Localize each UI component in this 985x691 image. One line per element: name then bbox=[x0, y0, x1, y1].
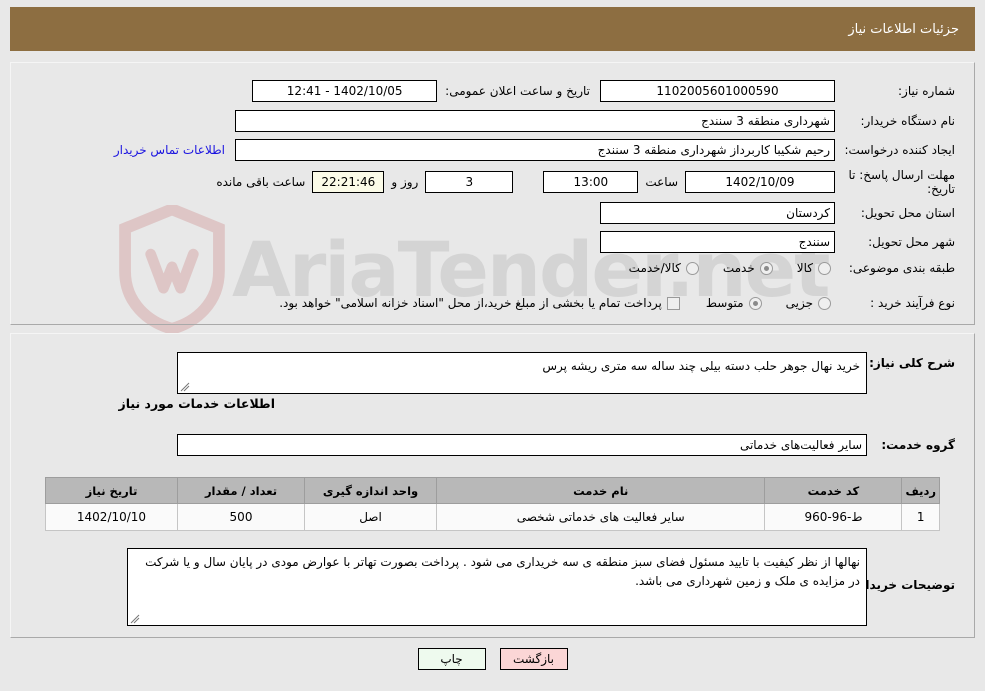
cell-name: سایر فعالیت های خدماتی شخصی bbox=[435, 503, 766, 531]
category-radio-kala-khedmat[interactable] bbox=[685, 261, 699, 275]
process-option-motevaset[interactable]: متوسط bbox=[706, 296, 762, 310]
deadline-label: مهلت ارسال پاسخ: تا تاریخ: bbox=[848, 168, 955, 196]
category-row: طبقه بندی موضوعی: کالا خدمت کالا/خدمت bbox=[629, 261, 955, 275]
resize-grip-icon[interactable] bbox=[180, 382, 190, 392]
process-option-motevaset-label: متوسط bbox=[705, 296, 744, 310]
cell-date: 1402/10/10 bbox=[45, 503, 178, 531]
cell-quantity: 500 bbox=[177, 503, 305, 531]
requester-row: ایجاد کننده درخواست: رحیم شکیبا کاربرداز… bbox=[114, 139, 955, 161]
category-option-kala[interactable]: کالا bbox=[797, 261, 831, 275]
treasury-note-group: پرداخت تمام یا بخشی از مبلغ خرید،از محل … bbox=[279, 296, 680, 310]
page-header-bar: جزئیات اطلاعات نیاز bbox=[10, 7, 975, 51]
deadline-row: مهلت ارسال پاسخ: تا تاریخ: 1402/10/09 سا… bbox=[216, 168, 955, 196]
cell-code: ط-96-960 bbox=[764, 503, 903, 531]
column-header-name: نام خدمت bbox=[435, 477, 766, 504]
column-header-code: کد خدمت bbox=[764, 477, 903, 504]
province-value: کردستان bbox=[600, 202, 835, 224]
process-option-jozei-label: جزیی bbox=[785, 296, 813, 310]
cell-unit: اصل bbox=[304, 503, 437, 531]
summary-textarea[interactable]: خرید نهال جوهر حلب دسته بیلی چند ساله سه… bbox=[177, 352, 867, 394]
service-group-value: سایر فعالیت‌های خدماتی bbox=[177, 434, 867, 456]
treasury-note-text: پرداخت تمام یا بخشی از مبلغ خرید،از محل … bbox=[279, 296, 662, 310]
table-row: 1 ط-96-960 سایر فعالیت های خدماتی شخصی ا… bbox=[45, 503, 940, 531]
cell-index: 1 bbox=[901, 503, 940, 531]
buyer-contact-link[interactable]: اطلاعات تماس خریدار bbox=[114, 143, 225, 157]
summary-label: شرح کلی نیاز: bbox=[869, 356, 955, 370]
announcement-row: تاریخ و ساعت اعلان عمومی: 1402/10/05 - 1… bbox=[252, 80, 590, 102]
resize-grip-icon[interactable] bbox=[130, 614, 140, 624]
need-number-row: شماره نیاز: 1102005601000590 bbox=[600, 80, 955, 102]
remaining-time-value: 22:21:46 bbox=[312, 171, 385, 193]
category-option-kala-khedmat-label: کالا/خدمت bbox=[628, 261, 681, 275]
city-label: شهر محل تحویل: bbox=[868, 235, 955, 249]
services-section-heading: اطلاعات خدمات مورد نیاز bbox=[118, 396, 276, 411]
column-header-index: ردیف bbox=[901, 477, 940, 504]
city-row: شهر محل تحویل: سنندج bbox=[600, 231, 955, 253]
announcement-label: تاریخ و ساعت اعلان عمومی: bbox=[445, 84, 590, 98]
column-header-quantity: تعداد / مقدار bbox=[177, 477, 305, 504]
process-label: نوع فرآیند خرید : bbox=[870, 296, 955, 310]
process-radio-motevaset[interactable] bbox=[748, 296, 762, 310]
buyer-org-row: نام دستگاه خریدار: شهرداری منطقه 3 سنندج bbox=[235, 110, 955, 132]
summary-row: شرح کلی نیاز: خرید نهال جوهر حلب دسته بی… bbox=[177, 352, 955, 394]
services-table: ردیف کد خدمت نام خدمت واحد اندازه گیری ت… bbox=[45, 477, 940, 531]
buyer-notes-value: نهالها از نظر کیفیت با تایید مسئول فضای … bbox=[145, 555, 860, 588]
city-value: سنندج bbox=[600, 231, 835, 253]
deadline-date-value: 1402/10/09 bbox=[685, 171, 835, 193]
deadline-hour-value: 13:00 bbox=[543, 171, 639, 193]
need-number-label: شماره نیاز: bbox=[898, 84, 955, 98]
buyer-org-label: نام دستگاه خریدار: bbox=[860, 114, 956, 128]
category-option-khedmat-label: خدمت bbox=[722, 261, 755, 275]
process-option-jozei[interactable]: جزیی bbox=[786, 296, 831, 310]
service-group-row: گروه خدمت: سایر فعالیت‌های خدماتی bbox=[177, 434, 955, 456]
buyer-org-value: شهرداری منطقه 3 سنندج bbox=[235, 110, 835, 132]
buyer-notes-label: توضیحات خریدار: bbox=[853, 578, 955, 592]
summary-value: خرید نهال جوهر حلب دسته بیلی چند ساله سه… bbox=[542, 359, 860, 373]
category-label: طبقه بندی موضوعی: bbox=[848, 261, 955, 275]
remaining-days-label: روز و bbox=[391, 175, 419, 189]
need-number-value: 1102005601000590 bbox=[600, 80, 835, 102]
category-option-kala-label: کالا bbox=[796, 261, 813, 275]
category-radio-khedmat[interactable] bbox=[759, 261, 773, 275]
category-option-khedmat[interactable]: خدمت bbox=[723, 261, 773, 275]
category-option-kala-khedmat[interactable]: کالا/خدمت bbox=[629, 261, 699, 275]
column-header-date: تاریخ نیاز bbox=[45, 477, 178, 504]
buyer-notes-textarea[interactable]: نهالها از نظر کیفیت با تایید مسئول فضای … bbox=[127, 548, 867, 626]
print-button[interactable]: چاپ bbox=[417, 648, 486, 670]
province-row: استان محل تحویل: کردستان bbox=[600, 202, 955, 224]
remaining-days-value: 3 bbox=[425, 171, 514, 193]
back-button[interactable]: بازگشت bbox=[499, 648, 568, 670]
deadline-hour-label: ساعت bbox=[645, 175, 678, 189]
column-header-unit: واحد اندازه گیری bbox=[304, 477, 437, 504]
requester-label: ایجاد کننده درخواست: bbox=[844, 143, 955, 157]
action-button-bar: بازگشت چاپ bbox=[0, 648, 985, 670]
province-label: استان محل تحویل: bbox=[860, 206, 955, 220]
process-radio-jozei[interactable] bbox=[818, 296, 831, 310]
announcement-value: 1402/10/05 - 12:41 bbox=[252, 80, 438, 102]
process-row: نوع فرآیند خرید : جزیی متوسط پرداخت تمام… bbox=[279, 296, 955, 310]
treasury-checkbox[interactable] bbox=[666, 296, 680, 310]
page-title: جزئیات اطلاعات نیاز bbox=[848, 21, 959, 37]
requester-value: رحیم شکیبا کاربرداز شهرداری منطقه 3 سنند… bbox=[235, 139, 835, 161]
buyer-notes-row: توضیحات خریدار: نهالها از نظر کیفیت با ت… bbox=[127, 548, 955, 626]
service-group-label: گروه خدمت: bbox=[881, 438, 955, 452]
table-header-row: ردیف کد خدمت نام خدمت واحد اندازه گیری ت… bbox=[45, 477, 940, 504]
remaining-time-suffix: ساعت باقی مانده bbox=[216, 175, 306, 189]
category-radio-kala[interactable] bbox=[818, 261, 831, 275]
